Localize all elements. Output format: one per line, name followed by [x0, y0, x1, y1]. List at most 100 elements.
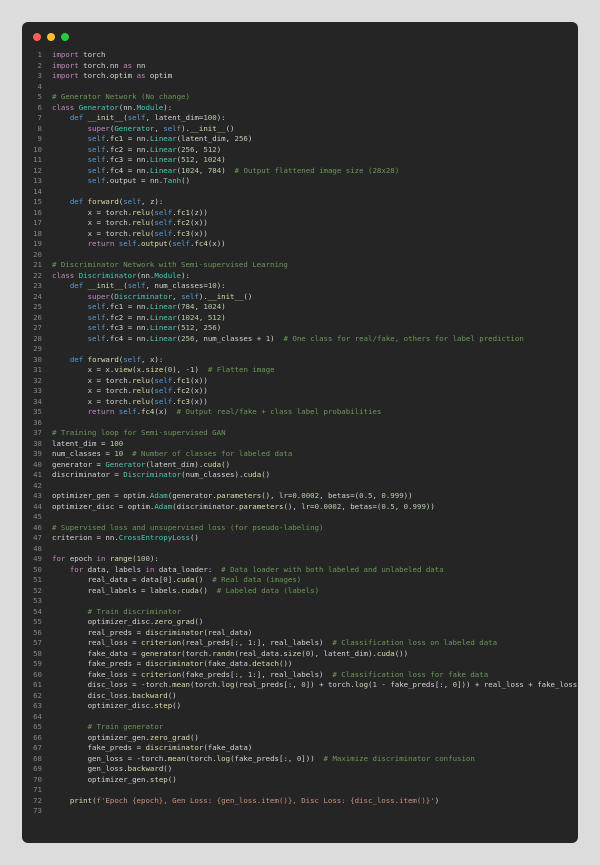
code-text: optimizer_disc.step()	[87, 701, 182, 710]
line-number: 44	[33, 501, 42, 511]
code-line: 48	[22, 544, 578, 555]
line-number: 30	[33, 354, 42, 364]
line-number: 16	[33, 207, 42, 217]
line-number: 53	[33, 596, 42, 605]
line-number: 65	[33, 722, 42, 731]
line-number: 35	[33, 407, 42, 416]
line-number: 32	[33, 375, 42, 385]
code-line: 25 self.fc1 = nn.Linear(784, 1024)	[22, 302, 578, 313]
line-number: 19	[33, 239, 42, 248]
code-text: fake_data = generator(torch.randn(real_d…	[87, 648, 409, 658]
code-line: 23 def __init__(self, num_classes=10):	[22, 281, 578, 292]
code-text: self.fc2 = nn.Linear(256, 512)	[87, 144, 222, 154]
code-line: 29	[22, 344, 578, 355]
maximize-window-icon[interactable]	[61, 33, 69, 41]
line-number: 18	[33, 228, 42, 238]
line-number: 7	[37, 113, 42, 122]
line-number: 29	[33, 344, 42, 353]
code-text: def forward(self, x):	[69, 354, 164, 364]
line-number: 50	[33, 564, 42, 574]
code-line: 41 discriminator = Discriminator(num_clas…	[22, 470, 578, 481]
code-text: x = torch.relu(self.fc2(x))	[87, 218, 208, 227]
code-text: class Generator(nn.Module):	[52, 102, 173, 112]
code-line: 72 print(f'Epoch {epoch}, Gen Loss: {gen…	[22, 796, 578, 807]
line-number: 9	[37, 134, 42, 143]
code-text: num_classes = 10 # Number of classes for…	[52, 449, 293, 458]
code-line: 49 for epoch in range(100):	[22, 554, 578, 565]
line-number: 8	[37, 123, 42, 133]
code-text: x = torch.relu(self.fc3(x))	[87, 228, 208, 238]
code-line: 69 gen_loss.backward()	[22, 764, 578, 775]
line-number: 46	[33, 522, 42, 532]
close-window-icon[interactable]	[33, 33, 41, 41]
window-titlebar	[22, 22, 578, 48]
line-number: 55	[33, 617, 42, 626]
code-text: super(Discriminator, self).__init__()	[87, 291, 253, 301]
code-text: # Training loop for Semi-supervised GAN	[52, 428, 226, 437]
code-line: 67 fake_preds = discriminator(fake_data)	[22, 743, 578, 754]
code-line: 53	[22, 596, 578, 607]
code-line: 26 self.fc2 = nn.Linear(1024, 512)	[22, 313, 578, 324]
code-text: # Train discriminator	[87, 606, 182, 616]
line-number: 21	[33, 260, 42, 269]
line-number: 10	[33, 144, 42, 154]
code-text: fake_loss = criterion(fake_preds[:, 1:],…	[87, 669, 489, 679]
code-line: 7 def __init__(self, latent_dim=100):	[22, 113, 578, 124]
line-number: 11	[33, 155, 42, 164]
line-number: 37	[33, 428, 42, 437]
code-text: return self.output(self.fc4(x))	[87, 239, 226, 248]
line-number: 22	[33, 270, 42, 280]
code-line: 51 real_data = data[0].cuda() # Real dat…	[22, 575, 578, 586]
code-text: optimizer_gen.step()	[87, 774, 177, 784]
code-line: 12 self.fc4 = nn.Linear(1024, 784) # Out…	[22, 166, 578, 177]
code-line: 20	[22, 250, 578, 261]
code-line: 34 x = torch.relu(self.fc3(x))	[22, 397, 578, 408]
line-number: 45	[33, 512, 42, 521]
code-text: self.fc1 = nn.Linear(latent_dim, 256)	[87, 134, 253, 143]
line-number: 72	[33, 795, 42, 805]
code-text: self.fc3 = nn.Linear(512, 256)	[87, 323, 222, 332]
code-line: 50 for data, labels in data_loader: # Da…	[22, 565, 578, 576]
code-line: 1 import torch	[22, 50, 578, 61]
line-number: 73	[33, 806, 42, 815]
code-text: # Train generator	[87, 722, 164, 731]
line-number: 70	[33, 774, 42, 784]
line-number: 33	[33, 386, 42, 395]
code-line: 8 super(Generator, self).__init__()	[22, 124, 578, 135]
code-text: fake_preds = discriminator(fake_data.det…	[87, 659, 293, 668]
code-line: 40 generator = Generator(latent_dim).cuda…	[22, 460, 578, 471]
code-line: 19 return self.output(self.fc4(x))	[22, 239, 578, 250]
code-line: 27 self.fc3 = nn.Linear(512, 256)	[22, 323, 578, 334]
code-line: 24 super(Discriminator, self).__init__()	[22, 292, 578, 303]
code-line: 6 class Generator(nn.Module):	[22, 103, 578, 114]
line-number: 17	[33, 218, 42, 227]
code-text: discriminator = Discriminator(num_classe…	[52, 470, 271, 479]
line-number: 68	[33, 753, 42, 763]
code-text: print(f'Epoch {epoch}, Gen Loss: {gen_lo…	[69, 795, 440, 805]
code-text: optimizer_disc.zero_grad()	[87, 617, 204, 626]
line-number: 34	[33, 396, 42, 406]
code-line: 21 # Discriminator Network with Semi-supe…	[22, 260, 578, 271]
code-line: 39 num_classes = 10 # Number of classes f…	[22, 449, 578, 460]
code-text: criterion = nn.CrossEntropyLoss()	[52, 533, 199, 542]
code-text: real_preds = discriminator(real_data)	[87, 627, 253, 637]
line-number: 12	[33, 165, 42, 175]
code-text: disc_loss = -torch.mean(torch.log(real_p…	[87, 680, 578, 689]
code-text: x = torch.relu(self.fc1(x))	[87, 375, 208, 385]
code-text: gen_loss.backward()	[87, 764, 173, 773]
code-text: # Supervised loss and unsupervised loss …	[52, 522, 324, 532]
code-line: 43 optimizer_gen = optim.Adam(generator.p…	[22, 491, 578, 502]
code-line: 56 real_preds = discriminator(real_data)	[22, 628, 578, 639]
code-line: 62 disc_loss.backward()	[22, 691, 578, 702]
code-text: # Generator Network (No change)	[52, 92, 190, 101]
code-text: generator = Generator(latent_dim).cuda()	[52, 459, 231, 469]
code-line: 42	[22, 481, 578, 492]
line-number: 51	[33, 575, 42, 584]
line-number: 43	[33, 491, 42, 500]
minimize-window-icon[interactable]	[47, 33, 55, 41]
code-line: 60 fake_loss = criterion(fake_preds[:, 1…	[22, 670, 578, 681]
code-text: latent_dim = 100	[52, 438, 124, 448]
line-number: 49	[33, 554, 42, 563]
code-text: self.fc1 = nn.Linear(784, 1024)	[87, 302, 226, 311]
line-number: 58	[33, 648, 42, 658]
